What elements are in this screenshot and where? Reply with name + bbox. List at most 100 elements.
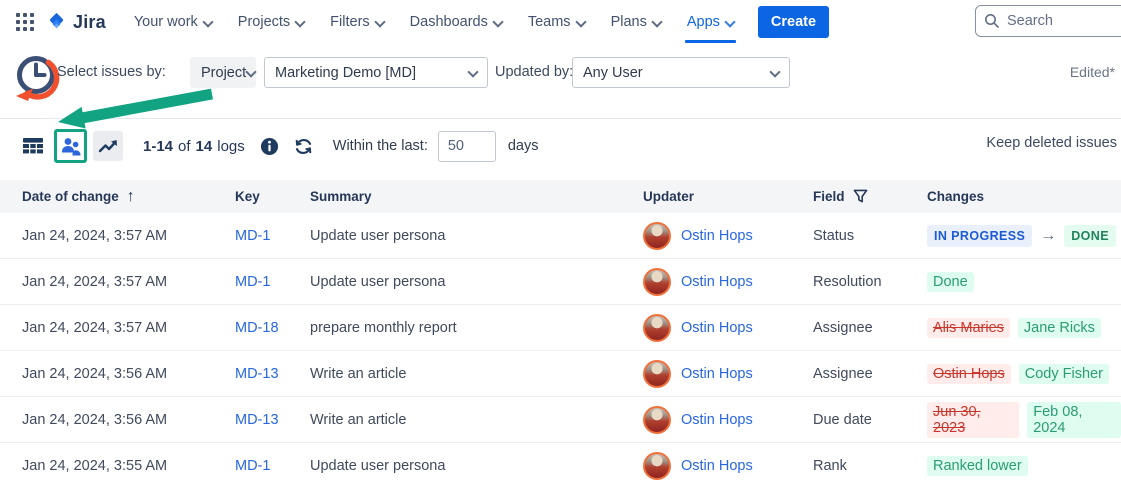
nav-projects[interactable]: Projects bbox=[238, 1, 304, 43]
filter-bar: Select issues by: Project Marketing Demo… bbox=[0, 46, 1121, 108]
date-cell: Jan 24, 2024, 3:56 AM bbox=[22, 412, 235, 428]
days-label: days bbox=[508, 138, 539, 154]
updater-link[interactable]: Ostin Hops bbox=[681, 458, 753, 474]
history-table: Date of change↑ Key Summary Updater Fiel… bbox=[0, 180, 1121, 489]
field-cell: Assignee bbox=[813, 320, 927, 336]
primary-nav: Your work Projects Filters Dashboards Te… bbox=[134, 1, 734, 43]
refresh-button[interactable] bbox=[291, 133, 317, 159]
table-view-button[interactable] bbox=[18, 131, 48, 161]
chevron-down-icon bbox=[725, 16, 734, 25]
refresh-icon bbox=[293, 136, 314, 157]
nav-teams[interactable]: Teams bbox=[528, 1, 585, 43]
issue-key-link[interactable]: MD-18 bbox=[235, 320, 310, 336]
search-input[interactable] bbox=[1007, 13, 1117, 29]
chevron-down-icon bbox=[770, 66, 779, 75]
select-mode-dropdown[interactable]: Project bbox=[190, 57, 256, 88]
date-cell: Jan 24, 2024, 3:57 AM bbox=[22, 320, 235, 336]
removed-value-chip: Jun 30, 2023 bbox=[927, 402, 1019, 438]
brand-name: Jira bbox=[73, 12, 106, 33]
chevron-down-icon bbox=[493, 16, 502, 25]
chevron-down-icon bbox=[652, 16, 661, 25]
chart-view-button[interactable] bbox=[93, 131, 123, 161]
chevron-down-icon bbox=[375, 16, 384, 25]
col-changes: Changes bbox=[927, 189, 1121, 204]
issue-key-link[interactable]: MD-13 bbox=[235, 366, 310, 382]
summary-cell: Update user persona bbox=[310, 228, 643, 244]
field-cell: Status bbox=[813, 228, 927, 244]
col-key: Key bbox=[235, 189, 310, 204]
field-cell: Due date bbox=[813, 412, 927, 428]
status-from-badge: IN PROGRESS bbox=[927, 225, 1032, 247]
changes-cell: Jun 30, 2023 Feb 08, 2024 bbox=[927, 402, 1121, 438]
project-dropdown[interactable]: Marketing Demo [MD] bbox=[264, 57, 488, 88]
changes-cell: IN PROGRESS → DONE bbox=[927, 225, 1121, 247]
create-button[interactable]: Create bbox=[758, 6, 829, 38]
updater-link[interactable]: Ostin Hops bbox=[681, 366, 753, 382]
added-value-chip: Feb 08, 2024 bbox=[1027, 402, 1121, 438]
people-view-icon bbox=[59, 134, 83, 158]
field-cell: Assignee bbox=[813, 366, 927, 382]
updated-by-dropdown[interactable]: Any User bbox=[572, 57, 790, 88]
updater-link[interactable]: Ostin Hops bbox=[681, 320, 753, 336]
table-row: Jan 24, 2024, 3:57 AM MD-1 Update user p… bbox=[0, 259, 1121, 305]
days-input[interactable] bbox=[438, 131, 496, 162]
avatar bbox=[643, 222, 671, 250]
issue-key-link[interactable]: MD-1 bbox=[235, 228, 310, 244]
added-value-chip: Cody Fisher bbox=[1019, 364, 1109, 384]
global-search[interactable] bbox=[975, 5, 1121, 37]
table-row: Jan 24, 2024, 3:56 AM MD-13 Write an art… bbox=[0, 351, 1121, 397]
nav-dashboards[interactable]: Dashboards bbox=[410, 1, 502, 43]
within-last-label: Within the last: bbox=[333, 138, 428, 154]
select-issues-by-label: Select issues by: bbox=[57, 64, 166, 80]
section-divider bbox=[0, 118, 1121, 119]
issue-key-link[interactable]: MD-13 bbox=[235, 412, 310, 428]
app-switcher-icon[interactable] bbox=[12, 9, 38, 35]
nav-filters[interactable]: Filters bbox=[330, 1, 383, 43]
changes-cell: Done bbox=[927, 272, 1121, 292]
col-summary: Summary bbox=[310, 189, 643, 204]
avatar bbox=[643, 360, 671, 388]
chevron-down-icon bbox=[203, 16, 212, 25]
jira-logo[interactable]: Jira bbox=[46, 11, 106, 33]
summary-cell: Write an article bbox=[310, 366, 643, 382]
people-view-button[interactable] bbox=[54, 129, 87, 163]
table-view-icon bbox=[21, 134, 45, 158]
summary-cell: Write an article bbox=[310, 412, 643, 428]
nav-plans[interactable]: Plans bbox=[611, 1, 661, 43]
updater-link[interactable]: Ostin Hops bbox=[681, 412, 753, 428]
table-row: Jan 24, 2024, 3:57 AM MD-1 Update user p… bbox=[0, 213, 1121, 259]
log-count: 1-14of14logs bbox=[143, 138, 245, 155]
filter-funnel-icon[interactable] bbox=[853, 189, 868, 204]
added-value-chip: Ranked lower bbox=[927, 456, 1028, 476]
status-to-badge: DONE bbox=[1064, 225, 1116, 247]
chevron-down-icon bbox=[468, 66, 477, 75]
issue-key-link[interactable]: MD-1 bbox=[235, 274, 310, 290]
jira-logo-icon bbox=[46, 11, 68, 33]
changes-cell: Alis Maries Jane Ricks bbox=[927, 318, 1121, 338]
table-header: Date of change↑ Key Summary Updater Fiel… bbox=[0, 180, 1121, 213]
col-date: Date of change↑ bbox=[22, 188, 235, 206]
updater-link[interactable]: Ostin Hops bbox=[681, 228, 753, 244]
nav-your-work[interactable]: Your work bbox=[134, 1, 212, 43]
summary-cell: prepare monthly report bbox=[310, 320, 643, 336]
nav-apps[interactable]: Apps bbox=[687, 1, 734, 43]
top-navigation: Jira Your work Projects Filters Dashboar… bbox=[0, 0, 1121, 44]
summary-cell: Update user persona bbox=[310, 458, 643, 474]
info-button[interactable] bbox=[257, 133, 283, 159]
table-body: Jan 24, 2024, 3:57 AM MD-1 Update user p… bbox=[0, 213, 1121, 489]
view-toolbar: 1-14of14logs Within the last: days bbox=[0, 126, 1121, 166]
changes-cell: Ranked lower bbox=[927, 456, 1121, 476]
date-cell: Jan 24, 2024, 3:56 AM bbox=[22, 366, 235, 382]
col-updater: Updater bbox=[643, 189, 813, 204]
updater-link[interactable]: Ostin Hops bbox=[681, 274, 753, 290]
table-row: Jan 24, 2024, 3:55 AM MD-1 Update user p… bbox=[0, 443, 1121, 489]
avatar bbox=[643, 314, 671, 342]
date-cell: Jan 24, 2024, 3:57 AM bbox=[22, 274, 235, 290]
sort-ascending-icon[interactable]: ↑ bbox=[127, 188, 135, 206]
issue-key-link[interactable]: MD-1 bbox=[235, 458, 310, 474]
date-cell: Jan 24, 2024, 3:55 AM bbox=[22, 458, 235, 474]
chevron-down-icon bbox=[295, 16, 304, 25]
info-icon bbox=[260, 137, 279, 156]
avatar bbox=[643, 452, 671, 480]
keep-deleted-issues-label[interactable]: Keep deleted issues bbox=[986, 135, 1117, 151]
